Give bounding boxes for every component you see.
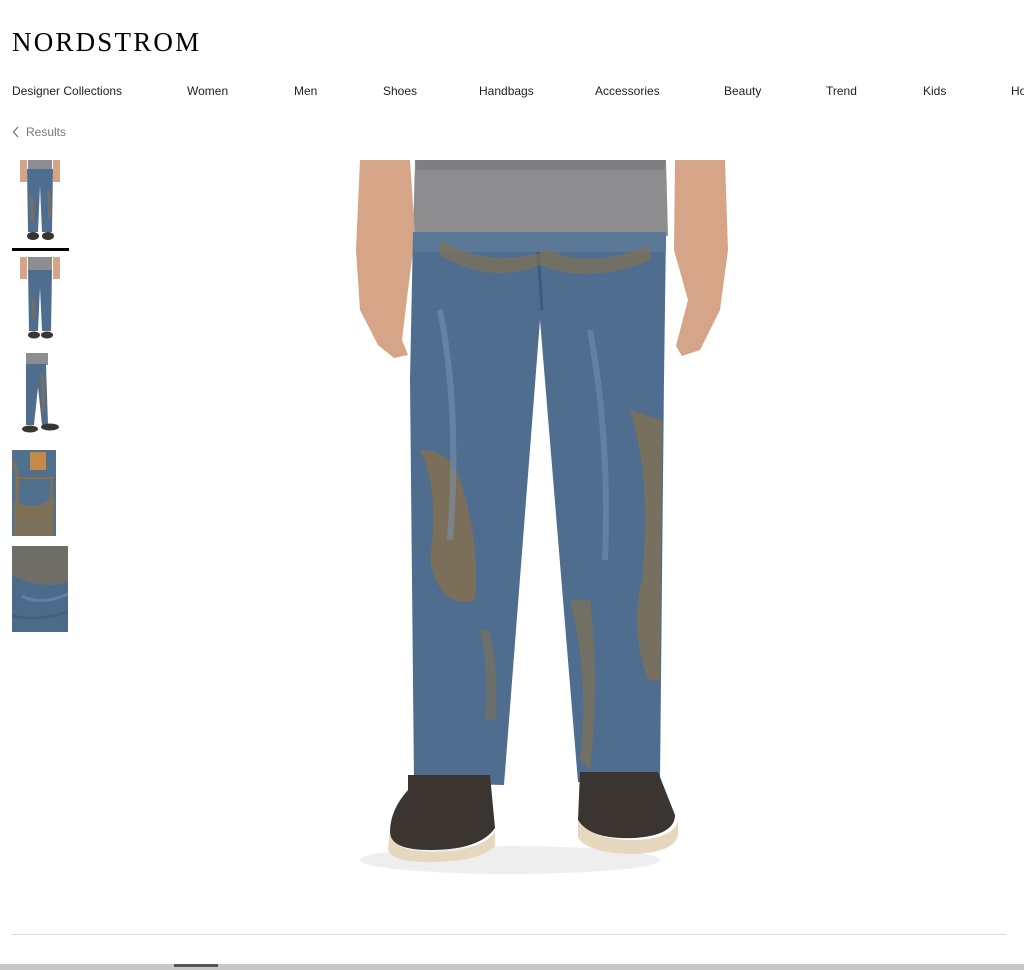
nordstrom-logo[interactable]: NORDSTROM [12,27,201,57]
nav-item-trend[interactable]: Trend [826,83,857,99]
chevron-left-icon [12,126,20,138]
thumbnail-side-view[interactable] [12,353,68,439]
nav-item-shoes[interactable]: Shoes [383,83,417,99]
scrollbar-thumb[interactable] [174,964,218,967]
nav-item-beauty[interactable]: Beauty [724,83,761,99]
product-page: NORDSTROM Designer Collections Women Men… [0,0,1024,970]
nav-item-home[interactable]: Ho [1011,83,1024,99]
selected-indicator [12,248,69,251]
breadcrumb-back-to-results[interactable]: Results [12,125,66,139]
thumbnail-fabric-detail[interactable] [12,546,68,632]
footer-divider [12,934,1006,935]
nav-item-men[interactable]: Men [294,83,317,99]
main-product-image[interactable] [290,160,740,880]
thumbnail-front-view[interactable] [12,160,68,246]
thumbnail-back-pocket[interactable] [12,450,68,536]
nav-item-kids[interactable]: Kids [923,83,946,99]
breadcrumb-label: Results [26,125,67,139]
nav-item-designer-collections[interactable]: Designer Collections [12,83,122,99]
horizontal-scrollbar[interactable] [0,964,1024,970]
thumbnail-front-view-alt[interactable] [12,257,68,343]
nav-item-accessories[interactable]: Accessories [595,83,660,99]
main-nav: Designer Collections Women Men Shoes Han… [0,83,1024,101]
nav-item-women[interactable]: Women [187,83,228,99]
nav-item-handbags[interactable]: Handbags [479,83,534,99]
